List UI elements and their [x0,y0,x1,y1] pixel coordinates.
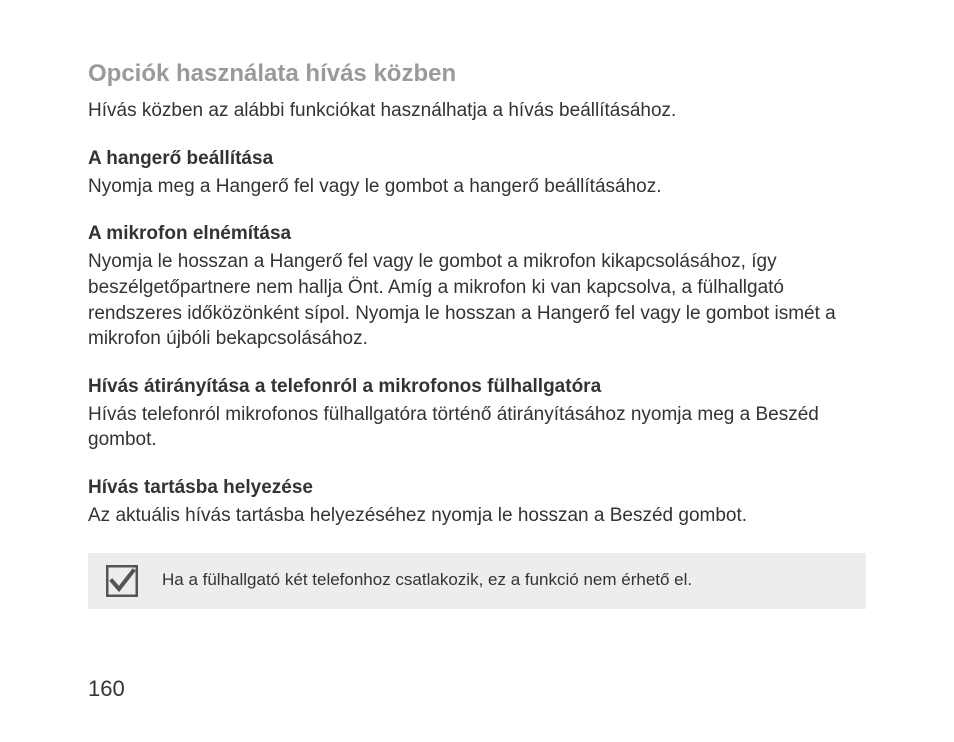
section-body-mute: Nyomja le hosszan a Hangerő fel vagy le … [88,249,866,352]
page-number: 160 [88,676,125,702]
note-box: Ha a fülhallgató két telefonhoz csatlako… [88,553,866,609]
check-icon [106,565,138,597]
section-title-transfer: Hívás átirányítása a telefonról a mikrof… [88,376,866,398]
section-body-hold: Az aktuális hívás tartásba helyezéséhez … [88,503,866,529]
section-title-hold: Hívás tartásba helyezése [88,477,866,499]
document-page: Opciók használata hívás közben Hívás köz… [0,0,954,609]
main-heading: Opciók használata hívás közben [88,60,866,88]
section-title-volume: A hangerő beállítása [88,148,866,170]
note-text: Ha a fülhallgató két telefonhoz csatlako… [162,569,692,592]
section-body-volume: Nyomja meg a Hangerő fel vagy le gombot … [88,174,866,200]
section-body-transfer: Hívás telefonról mikrofonos fülhallgatór… [88,402,866,453]
intro-text: Hívás közben az alábbi funkciókat haszná… [88,98,866,124]
section-title-mute: A mikrofon elnémítása [88,223,866,245]
